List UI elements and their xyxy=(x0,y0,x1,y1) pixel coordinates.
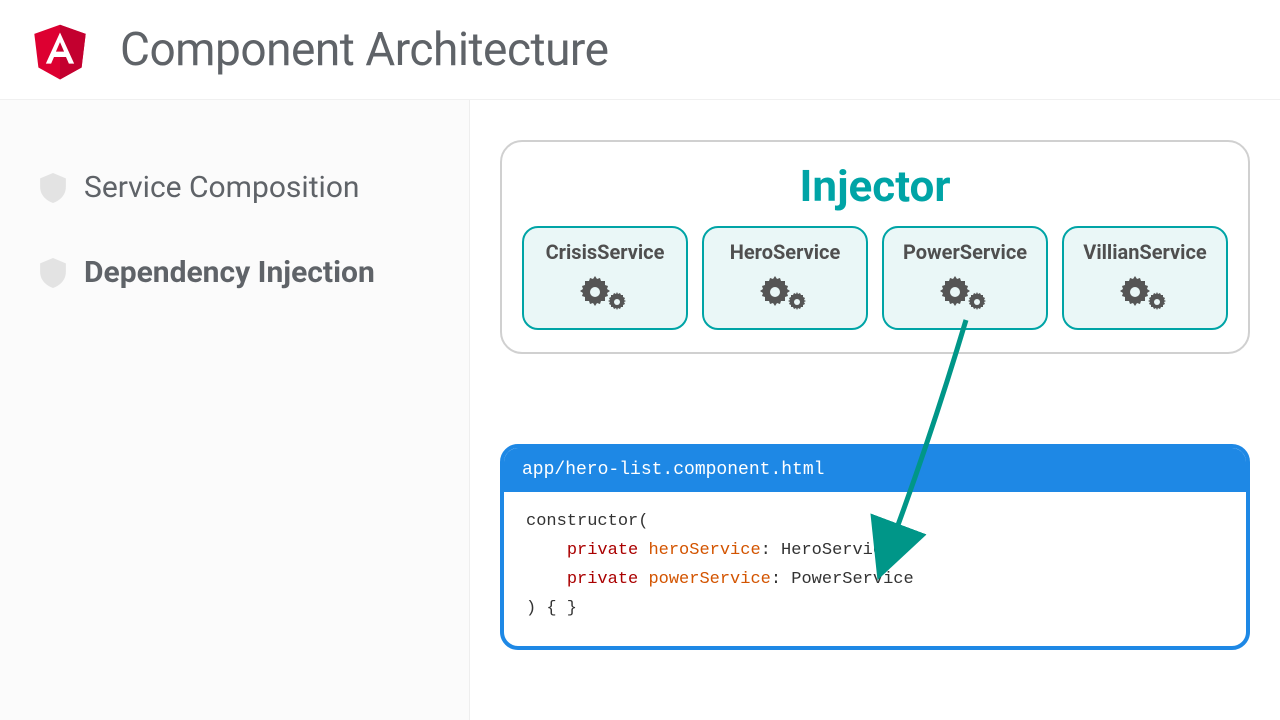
service-card-villian: VillianService xyxy=(1062,226,1228,330)
code-rest: : HeroService, xyxy=(761,541,904,560)
header: Component Architecture xyxy=(0,0,1280,100)
service-name: PowerService xyxy=(888,240,1042,264)
service-name: VillianService xyxy=(1068,240,1222,264)
gears-icon xyxy=(575,299,635,318)
code-panel: app/hero-list.component.html constructor… xyxy=(500,444,1250,650)
code-id: heroService xyxy=(648,541,760,560)
shield-icon xyxy=(40,173,66,203)
code-rest: : PowerService xyxy=(771,570,914,589)
injector-title: Injector xyxy=(522,160,1228,212)
code-line-3: ) { } xyxy=(526,599,577,618)
code-body: constructor( private heroService: HeroSe… xyxy=(504,492,1246,646)
gears-icon xyxy=(755,299,815,318)
services-row: CrisisService HeroService xyxy=(522,226,1228,330)
service-card-hero: HeroService xyxy=(702,226,868,330)
service-card-crisis: CrisisService xyxy=(522,226,688,330)
sidebar-item-label: Service Composition xyxy=(84,170,360,205)
sidebar-item-dependency-injection[interactable]: Dependency Injection xyxy=(40,255,429,290)
code-line-0: constructor( xyxy=(526,512,648,531)
code-id: powerService xyxy=(648,570,770,589)
main-content: Injector CrisisService xyxy=(470,100,1280,720)
sidebar: Service Composition Dependency Injection xyxy=(0,100,470,720)
service-card-power: PowerService xyxy=(882,226,1048,330)
code-filename: app/hero-list.component.html xyxy=(504,448,1246,492)
injector-panel: Injector CrisisService xyxy=(500,140,1250,354)
shield-icon xyxy=(40,258,66,288)
service-name: HeroService xyxy=(708,240,862,264)
body: Service Composition Dependency Injection… xyxy=(0,100,1280,720)
service-name: CrisisService xyxy=(528,240,682,264)
page-title: Component Architecture xyxy=(120,23,609,77)
code-kw: private xyxy=(567,541,638,560)
sidebar-item-label: Dependency Injection xyxy=(84,255,375,290)
gears-icon xyxy=(935,299,995,318)
sidebar-item-service-composition[interactable]: Service Composition xyxy=(40,170,429,205)
code-kw: private xyxy=(567,570,638,589)
gears-icon xyxy=(1115,299,1175,318)
angular-logo-icon xyxy=(30,20,90,80)
